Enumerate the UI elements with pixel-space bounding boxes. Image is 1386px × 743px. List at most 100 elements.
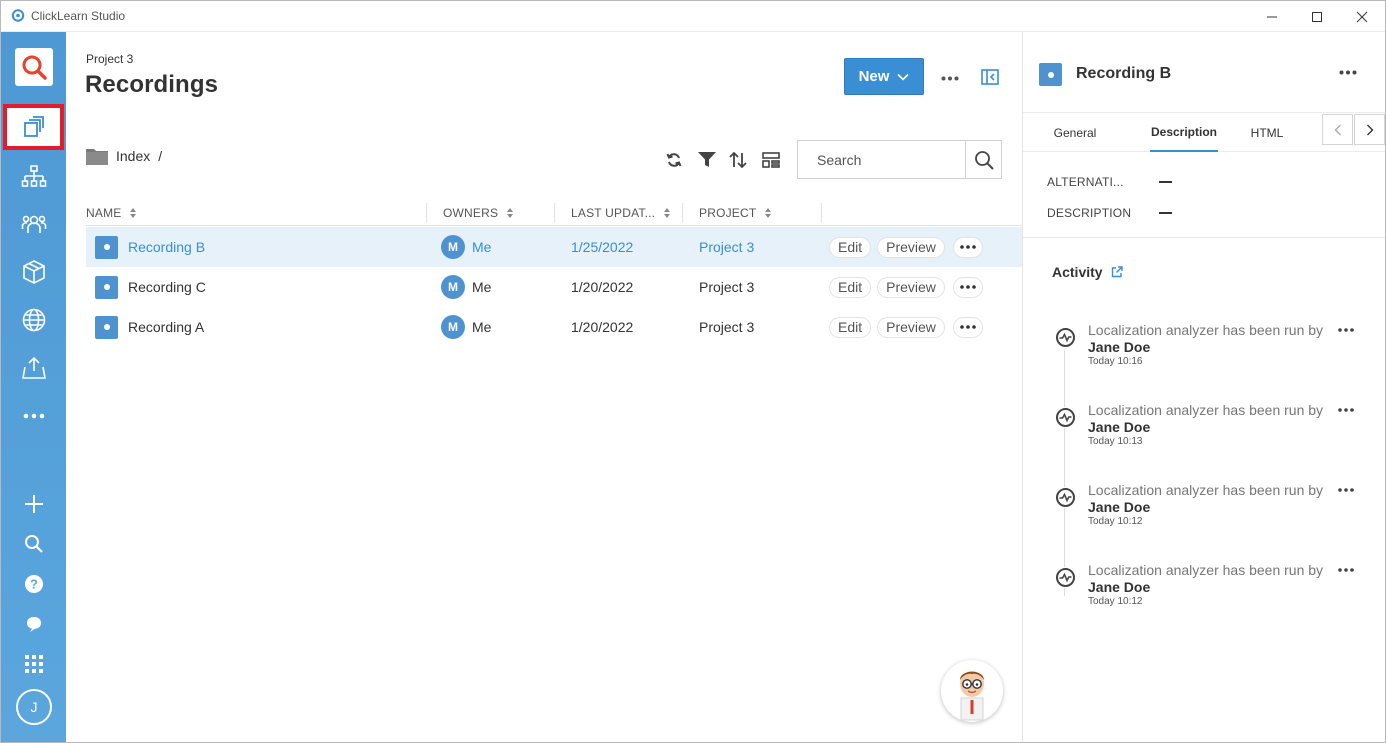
- cell-project: Project 3: [699, 279, 755, 295]
- rail-item-apps[interactable]: [1, 644, 66, 684]
- activity-user[interactable]: Jane Doe: [1088, 339, 1150, 355]
- users-icon: [21, 215, 46, 233]
- globe-icon: [22, 308, 45, 332]
- activity-text: Localization analyzer has been run by: [1088, 402, 1324, 418]
- table-row[interactable]: Recording C M Me 1/20/2022 Project 3 Edi…: [86, 267, 1022, 307]
- apps-grid-icon: [24, 655, 43, 673]
- sort-arrows-icon: [765, 208, 772, 218]
- package-icon: [22, 260, 45, 284]
- rail-item-chat[interactable]: [1, 604, 66, 644]
- preview-button[interactable]: Preview: [877, 236, 945, 258]
- maximize-icon: [1312, 11, 1322, 22]
- column-header-name[interactable]: NAME: [86, 200, 137, 226]
- minimize-icon: [1267, 16, 1277, 17]
- cell-name: Recording C: [95, 267, 206, 307]
- activity-user[interactable]: Jane Doe: [1088, 499, 1150, 515]
- sort-button[interactable]: [728, 150, 748, 170]
- toggle-panel-button[interactable]: [978, 65, 1002, 89]
- search-icon: [24, 535, 43, 553]
- plus-icon: [24, 495, 43, 513]
- recording-name-link[interactable]: Recording B: [128, 239, 205, 255]
- cell-project: Project 3: [699, 239, 755, 255]
- row-more-button[interactable]: [952, 236, 983, 258]
- rail-item-packages[interactable]: [1, 252, 66, 292]
- cell-owner: M Me: [441, 267, 491, 307]
- more-options-button[interactable]: [938, 66, 962, 90]
- recording-name-link[interactable]: Recording A: [128, 319, 204, 335]
- rail-item-help[interactable]: ?: [1, 564, 66, 604]
- rail-item-publish[interactable]: [1, 348, 66, 388]
- window-title: ClickLearn Studio: [31, 9, 126, 23]
- search-button[interactable]: [965, 141, 1001, 178]
- rail-item-add[interactable]: [1, 484, 66, 524]
- table-row[interactable]: Recording A M Me 1/20/2022 Project 3 Edi…: [86, 307, 1022, 347]
- row-more-button[interactable]: [952, 276, 983, 298]
- new-button-label: New: [858, 68, 890, 85]
- edit-button[interactable]: Edit: [829, 236, 872, 258]
- panel-more-button[interactable]: [1336, 62, 1360, 82]
- description-value-empty[interactable]: [1159, 212, 1172, 214]
- user-avatar[interactable]: J: [16, 689, 52, 725]
- activity-text: Localization analyzer has been run by: [1088, 482, 1324, 498]
- filter-button[interactable]: [697, 150, 717, 170]
- new-button[interactable]: New: [844, 58, 924, 95]
- tabs-scroll-right-button[interactable]: [1354, 114, 1385, 145]
- more-horizontal-icon: [1339, 70, 1357, 74]
- column-header-owners[interactable]: OWNERS: [443, 200, 514, 226]
- view-mode-button[interactable]: [761, 150, 781, 170]
- chevron-left-icon: [1334, 124, 1341, 135]
- sort-arrows-icon: [130, 208, 137, 218]
- more-horizontal-icon[interactable]: [1338, 568, 1354, 572]
- row-more-button[interactable]: [952, 316, 983, 338]
- assistant-mascot-button[interactable]: [941, 660, 1003, 722]
- tab-description[interactable]: Description: [1150, 113, 1218, 152]
- activity-text: Localization analyzer has been run by: [1088, 562, 1324, 578]
- chat-icon: [26, 617, 41, 632]
- detail-panel: Recording B General Description HTML ALT…: [1022, 32, 1385, 742]
- page-title: Recordings: [85, 71, 219, 98]
- column-header-project[interactable]: PROJECT: [699, 200, 772, 226]
- preview-button[interactable]: Preview: [877, 316, 945, 338]
- project-breadcrumb[interactable]: Project 3: [86, 52, 133, 66]
- side-panel-icon: [981, 69, 999, 85]
- alternative-value-empty[interactable]: [1159, 181, 1172, 183]
- folder-breadcrumb[interactable]: Index /: [86, 147, 162, 165]
- activity-user[interactable]: Jane Doe: [1088, 419, 1150, 435]
- cell-date: 1/20/2022: [571, 319, 634, 335]
- owner-name: Me: [472, 279, 492, 295]
- publish-icon: [21, 356, 46, 379]
- activity-item: Localization analyzer has been run by Ja…: [1053, 482, 1383, 542]
- tabs-scroll-left-button[interactable]: [1322, 114, 1353, 145]
- rail-item-languages[interactable]: [1, 300, 66, 340]
- column-header-last-updated[interactable]: LAST UPDAT...: [571, 200, 671, 226]
- rail-item-hierarchy[interactable]: [1, 157, 66, 197]
- refresh-button[interactable]: [664, 150, 684, 170]
- maximize-button[interactable]: [1294, 1, 1340, 32]
- rail-item-recordings[interactable]: [3, 104, 64, 150]
- edit-button[interactable]: Edit: [829, 316, 872, 338]
- sort-arrows-icon: [664, 208, 671, 218]
- recording-name-link[interactable]: Recording C: [128, 279, 206, 295]
- rail-item-users[interactable]: [1, 204, 66, 244]
- search-input[interactable]: [798, 141, 966, 178]
- more-horizontal-icon[interactable]: [1338, 328, 1354, 332]
- more-horizontal-icon: [23, 413, 44, 419]
- more-horizontal-icon[interactable]: [1338, 408, 1354, 412]
- edit-button[interactable]: Edit: [829, 276, 872, 298]
- clicklearn-logo[interactable]: [15, 48, 53, 86]
- tab-general[interactable]: General: [1041, 113, 1109, 152]
- external-link-icon[interactable]: [1111, 266, 1123, 278]
- activity-user[interactable]: Jane Doe: [1088, 579, 1150, 595]
- column-divider: [682, 203, 683, 223]
- rail-item-search[interactable]: [1, 524, 66, 564]
- rail-item-more[interactable]: [1, 396, 66, 436]
- preview-button[interactable]: Preview: [877, 276, 945, 298]
- divider: [1023, 237, 1385, 238]
- table-row[interactable]: Recording B M Me 1/25/2022 Project 3 Edi…: [86, 227, 1022, 267]
- minimize-button[interactable]: [1249, 1, 1295, 32]
- more-horizontal-icon[interactable]: [1338, 488, 1354, 492]
- tab-html[interactable]: HTML: [1244, 113, 1290, 152]
- alternative-label: ALTERNATI...: [1047, 175, 1124, 189]
- sort-icon: [729, 152, 747, 168]
- close-button[interactable]: [1339, 1, 1385, 32]
